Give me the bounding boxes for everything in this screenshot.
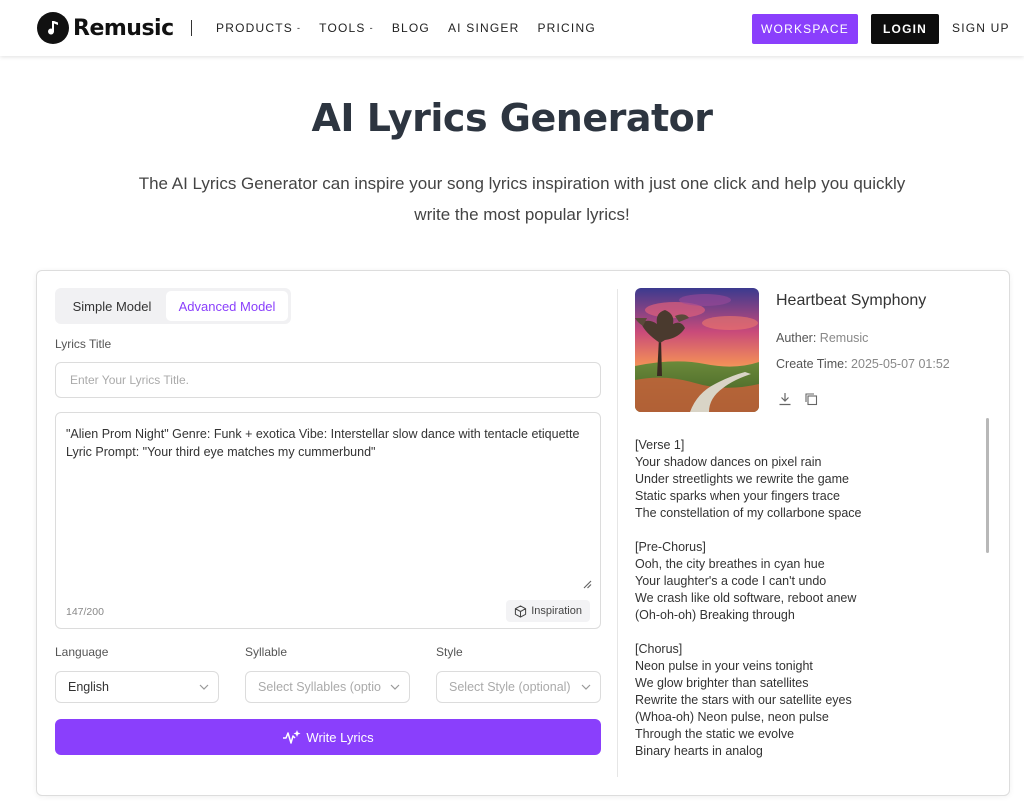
site-header: Remusic PRODUCTS - TOOLS - BLOG AI SINGER … (0, 0, 1024, 56)
lyrics-output: [Verse 1] Your shadow dances on pixel rai… (635, 437, 975, 760)
prompt-text: "Alien Prom Night" Genre: Funk + exotica… (66, 427, 580, 459)
lyrics-line: [Pre-Chorus] (635, 540, 706, 554)
signup-link[interactable]: SIGN UP (952, 21, 1010, 35)
lyrics-gap (635, 624, 975, 641)
lyrics-line: (Whoa-oh) Neon pulse, neon pulse (635, 710, 829, 724)
nav-tools[interactable]: TOOLS - (319, 21, 374, 35)
page-subtitle: The AI Lyrics Generator can inspire your… (138, 174, 906, 224)
lyrics-line: Your shadow dances on pixel rain (635, 455, 822, 469)
brand-name: Remusic (73, 15, 174, 41)
syllable-label: Syllable (245, 645, 288, 659)
chevron-down-icon (390, 684, 400, 690)
workspace-button[interactable]: WORKSPACE (752, 14, 858, 44)
song-title: Heartbeat Symphony (776, 292, 927, 309)
chevron-down-icon (199, 684, 209, 690)
lyrics-line: Neon pulse in your veins tonight (635, 659, 813, 673)
lyrics-line: Binary hearts in analog (635, 744, 763, 758)
style-select[interactable]: Select Style (optional) (436, 671, 601, 703)
lyrics-title-input[interactable]: Enter Your Lyrics Title. (55, 362, 601, 398)
song-create-time: Create Time: 2025-05-07 01:52 (776, 357, 950, 371)
style-label: Style (436, 645, 463, 659)
copy-icon[interactable] (804, 392, 818, 411)
lyrics-line: Your laughter's a code I can't undo (635, 574, 827, 588)
music-note-icon (37, 12, 69, 44)
tab-simple-model[interactable]: Simple Model (58, 291, 166, 321)
lyrics-prompt-textarea[interactable]: "Alien Prom Night" Genre: Funk + exotica… (55, 412, 601, 629)
header-divider (191, 20, 192, 36)
download-icon[interactable] (778, 392, 792, 411)
language-label: Language (55, 645, 109, 659)
lyrics-line: We crash like old software, reboot anew (635, 591, 857, 605)
lyrics-line: [Verse 1] (635, 438, 685, 452)
nav-ai-singer[interactable]: AI SINGER (448, 21, 519, 35)
nav-blog[interactable]: BLOG (392, 21, 430, 35)
caret-icon: - (296, 23, 302, 33)
model-tabs: Simple Model Advanced Model (55, 288, 291, 324)
cube-icon (515, 604, 527, 618)
lyrics-scrollbar[interactable] (986, 418, 989, 553)
chevron-down-icon (581, 684, 591, 690)
lyrics-line: Rewrite the stars with our satellite eye… (635, 693, 852, 707)
lyrics-title-label: Lyrics Title (55, 337, 112, 351)
lyrics-line: Through the static we evolve (635, 727, 795, 741)
page-title: AI Lyrics Generator (311, 96, 713, 140)
lyrics-line: The constellation of my collarbone space (635, 506, 862, 520)
inspiration-button[interactable]: Inspiration (506, 600, 590, 622)
lyrics-line: We glow brighter than satellites (635, 676, 809, 690)
nav-pricing[interactable]: PRICING (537, 21, 595, 35)
character-counter: 147/200 (66, 606, 104, 618)
login-button[interactable]: LOGIN (871, 14, 939, 44)
lyrics-line: [Chorus] (635, 642, 683, 656)
lyrics-gap (635, 522, 975, 539)
caret-icon: - (369, 23, 374, 33)
song-author: Auther: Remusic (776, 331, 869, 345)
lyrics-line: (Oh-oh-oh) Breaking through (635, 608, 795, 622)
lyrics-title-placeholder: Enter Your Lyrics Title. (70, 373, 189, 387)
panel-divider (617, 289, 618, 777)
lyrics-line: Ooh, the city breathes in cyan hue (635, 557, 825, 571)
brand-logo[interactable]: Remusic (37, 12, 174, 44)
tab-advanced-model[interactable]: Advanced Model (166, 291, 288, 321)
nav-products[interactable]: PRODUCTS - (216, 21, 301, 35)
syllable-select[interactable]: Select Syllables (optio (245, 671, 410, 703)
lyrics-line: Static sparks when your fingers trace (635, 489, 840, 503)
lyrics-line: Under streetlights we rewrite the game (635, 472, 849, 486)
write-lyrics-button[interactable]: Write Lyrics (55, 719, 601, 755)
language-select[interactable]: English (55, 671, 219, 703)
song-cover-image (635, 288, 759, 412)
sparkle-wave-icon (283, 730, 301, 744)
resize-handle-icon[interactable] (582, 576, 592, 594)
main-nav: PRODUCTS - TOOLS - BLOG AI SINGER PRICING (216, 21, 614, 35)
